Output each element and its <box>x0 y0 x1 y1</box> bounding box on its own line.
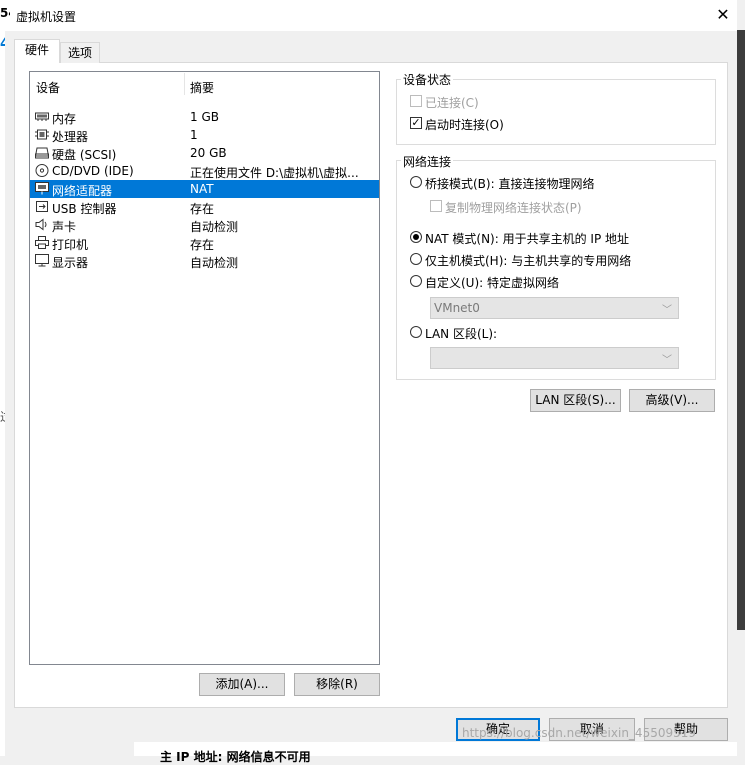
device-row-display[interactable]: 显示器 自动检测 <box>30 252 379 270</box>
memory-icon <box>35 112 49 121</box>
device-name: 硬盘 (SCSI) <box>52 148 117 162</box>
connected-label: 已连接(C) <box>425 96 479 110</box>
background-text-fragment: 过 <box>0 408 5 425</box>
watermark-text: https://blog.csdn.net/weixin_45509519 <box>462 726 697 740</box>
device-name: 网络适配器 <box>52 184 113 198</box>
window-title: 虚拟机设置 <box>16 10 77 24</box>
device-status-title: 设备状态 <box>401 71 454 88</box>
speaker-icon <box>35 218 47 231</box>
device-name: 显示器 <box>52 256 89 270</box>
usb-icon <box>36 201 48 212</box>
device-summary: 自动检测 <box>190 256 239 270</box>
device-list[interactable]: 内存 1 GB 处理器 1 硬盘 (SCSI) 20 GB CD/DVD (ID… <box>29 71 380 665</box>
nat-radio[interactable] <box>410 231 422 243</box>
tab-hardware[interactable]: 硬件 <box>14 39 60 63</box>
custom-network-value: VMnet0 <box>434 301 480 315</box>
device-status-group <box>396 79 716 145</box>
column-header-device[interactable]: 设备 <box>36 79 60 96</box>
custom-label: 自定义(U): 特定虚拟网络 <box>425 276 560 290</box>
device-summary: 1 <box>190 128 198 142</box>
connect-at-power-on-checkbox[interactable]: ✓ <box>410 117 422 129</box>
tab-options[interactable]: 选项 <box>60 42 100 63</box>
background-window-edge <box>737 30 745 630</box>
device-row-memory[interactable]: 内存 1 GB <box>30 108 379 126</box>
device-row-cpu[interactable]: 处理器 1 <box>30 126 379 144</box>
device-summary: 1 GB <box>190 110 219 124</box>
bridged-radio[interactable] <box>410 176 422 188</box>
device-summary: 存在 <box>190 238 215 252</box>
harddisk-icon <box>35 147 49 159</box>
lan-segment-label: LAN 区段(L): <box>425 327 498 341</box>
cpu-icon <box>35 129 49 140</box>
device-row-printer[interactable]: 打印机 存在 <box>30 234 379 252</box>
bridged-label: 桥接模式(B): 直接连接物理网络 <box>425 177 595 191</box>
chevron-down-icon: ﹀ <box>662 355 672 366</box>
device-row-network-adapter[interactable]: 网络适配器 NAT <box>30 180 379 198</box>
remove-device-button[interactable]: 移除(R) <box>294 673 380 696</box>
replicate-state-label: 复制物理网络连接状态(P) <box>445 201 582 215</box>
custom-network-select[interactable]: VMnet0 ﹀ <box>430 297 679 319</box>
device-name: 声卡 <box>52 220 77 234</box>
title-bar <box>0 0 745 31</box>
network-connection-title: 网络连接 <box>401 153 454 170</box>
lan-segments-button[interactable]: LAN 区段(S)... <box>530 389 621 412</box>
device-name: CD/DVD (IDE) <box>52 164 134 178</box>
background-status-text: 主 IP 地址: 网络信息不可用 <box>160 750 311 764</box>
device-row-cdrom[interactable]: CD/DVD (IDE) 正在使用文件 D:\虚拟机\虚拟... <box>30 162 379 180</box>
chevron-down-icon: ﹀ <box>662 305 672 316</box>
add-device-button[interactable]: 添加(A)... <box>199 673 285 696</box>
column-divider[interactable] <box>184 73 185 95</box>
column-header-summary[interactable]: 摘要 <box>190 79 214 96</box>
host-only-radio[interactable] <box>410 253 422 265</box>
replicate-state-checkbox[interactable] <box>430 200 442 212</box>
advanced-button[interactable]: 高级(V)... <box>629 389 715 412</box>
background-strip-left <box>0 31 5 756</box>
device-name: 内存 <box>52 112 77 126</box>
background-blue-glyph: 4 <box>0 36 5 52</box>
device-summary: 正在使用文件 D:\虚拟机\虚拟... <box>190 166 359 180</box>
host-only-label: 仅主机模式(H): 与主机共享的专用网络 <box>425 254 632 268</box>
device-name: 处理器 <box>52 130 89 144</box>
connect-at-power-on-label: 启动时连接(O) <box>425 118 504 132</box>
device-row-harddisk[interactable]: 硬盘 (SCSI) 20 GB <box>30 144 379 162</box>
lan-segment-select[interactable]: ﹀ <box>430 347 679 369</box>
device-name: 打印机 <box>52 238 89 252</box>
monitor-icon <box>35 254 49 267</box>
close-icon[interactable]: ✕ <box>712 5 734 25</box>
device-row-sound[interactable]: 声卡 自动检测 <box>30 216 379 234</box>
device-summary: 自动检测 <box>190 220 239 234</box>
device-name: USB 控制器 <box>52 202 117 216</box>
custom-radio[interactable] <box>410 275 422 287</box>
cdrom-icon <box>35 164 49 177</box>
printer-icon <box>35 236 49 249</box>
connected-checkbox[interactable] <box>410 95 422 107</box>
device-summary: 20 GB <box>190 146 227 160</box>
device-summary: NAT <box>190 182 214 196</box>
lan-segment-radio[interactable] <box>410 326 422 338</box>
device-row-usb[interactable]: USB 控制器 存在 <box>30 198 379 216</box>
network-icon <box>35 182 49 195</box>
app-icon-fragment: 54 <box>0 6 10 20</box>
device-summary: 存在 <box>190 202 215 216</box>
nat-label: NAT 模式(N): 用于共享主机的 IP 地址 <box>425 232 630 246</box>
